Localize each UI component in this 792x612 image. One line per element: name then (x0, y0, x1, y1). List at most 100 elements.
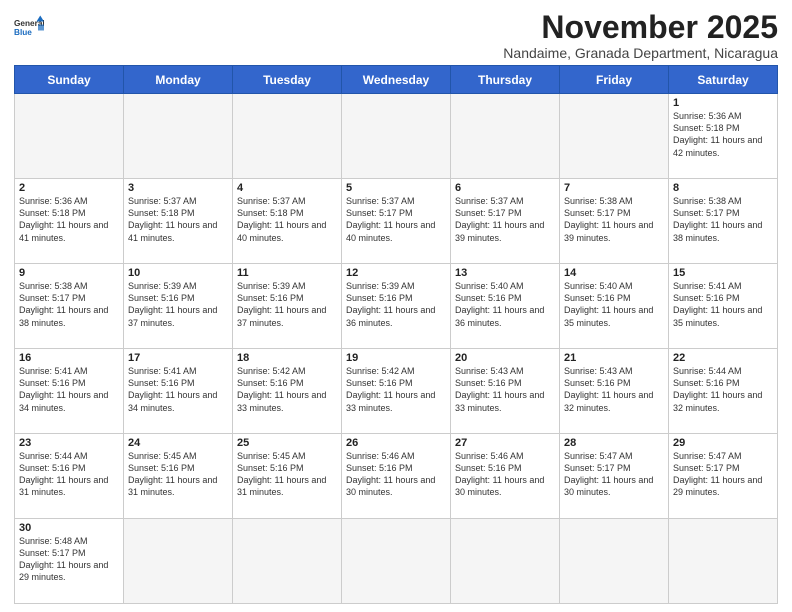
calendar-cell (451, 519, 560, 604)
calendar-cell (669, 519, 778, 604)
calendar-week-row: 1Sunrise: 5:36 AM Sunset: 5:18 PM Daylig… (15, 94, 778, 179)
svg-text:Blue: Blue (14, 28, 32, 37)
calendar-cell: 1Sunrise: 5:36 AM Sunset: 5:18 PM Daylig… (669, 94, 778, 179)
calendar-cell (233, 94, 342, 179)
calendar-cell: 29Sunrise: 5:47 AM Sunset: 5:17 PM Dayli… (669, 434, 778, 519)
day-info: Sunrise: 5:37 AM Sunset: 5:17 PM Dayligh… (346, 195, 446, 244)
calendar-cell: 21Sunrise: 5:43 AM Sunset: 5:16 PM Dayli… (560, 349, 669, 434)
calendar-cell: 9Sunrise: 5:38 AM Sunset: 5:17 PM Daylig… (15, 264, 124, 349)
day-number: 7 (564, 182, 664, 194)
day-number: 16 (19, 352, 119, 364)
day-number: 6 (455, 182, 555, 194)
day-info: Sunrise: 5:44 AM Sunset: 5:16 PM Dayligh… (19, 450, 119, 499)
day-info: Sunrise: 5:39 AM Sunset: 5:16 PM Dayligh… (237, 280, 337, 329)
day-info: Sunrise: 5:38 AM Sunset: 5:17 PM Dayligh… (564, 195, 664, 244)
calendar-week-row: 30Sunrise: 5:48 AM Sunset: 5:17 PM Dayli… (15, 519, 778, 604)
day-info: Sunrise: 5:37 AM Sunset: 5:17 PM Dayligh… (455, 195, 555, 244)
calendar-cell: 10Sunrise: 5:39 AM Sunset: 5:16 PM Dayli… (124, 264, 233, 349)
subtitle: Nandaime, Granada Department, Nicaragua (503, 45, 778, 61)
day-info: Sunrise: 5:36 AM Sunset: 5:18 PM Dayligh… (19, 195, 119, 244)
day-number: 8 (673, 182, 773, 194)
calendar-header-monday: Monday (124, 66, 233, 94)
day-info: Sunrise: 5:42 AM Sunset: 5:16 PM Dayligh… (346, 365, 446, 414)
day-info: Sunrise: 5:46 AM Sunset: 5:16 PM Dayligh… (455, 450, 555, 499)
day-info: Sunrise: 5:38 AM Sunset: 5:17 PM Dayligh… (673, 195, 773, 244)
calendar-header-saturday: Saturday (669, 66, 778, 94)
day-number: 24 (128, 437, 228, 449)
day-number: 29 (673, 437, 773, 449)
day-info: Sunrise: 5:46 AM Sunset: 5:16 PM Dayligh… (346, 450, 446, 499)
calendar-cell: 17Sunrise: 5:41 AM Sunset: 5:16 PM Dayli… (124, 349, 233, 434)
day-info: Sunrise: 5:48 AM Sunset: 5:17 PM Dayligh… (19, 535, 119, 584)
calendar-cell (451, 94, 560, 179)
day-info: Sunrise: 5:37 AM Sunset: 5:18 PM Dayligh… (237, 195, 337, 244)
day-info: Sunrise: 5:41 AM Sunset: 5:16 PM Dayligh… (128, 365, 228, 414)
calendar-cell (560, 519, 669, 604)
day-number: 25 (237, 437, 337, 449)
day-info: Sunrise: 5:47 AM Sunset: 5:17 PM Dayligh… (564, 450, 664, 499)
day-number: 30 (19, 522, 119, 534)
day-info: Sunrise: 5:45 AM Sunset: 5:16 PM Dayligh… (237, 450, 337, 499)
day-info: Sunrise: 5:42 AM Sunset: 5:16 PM Dayligh… (237, 365, 337, 414)
day-info: Sunrise: 5:45 AM Sunset: 5:16 PM Dayligh… (128, 450, 228, 499)
calendar-cell (124, 94, 233, 179)
calendar-cell: 22Sunrise: 5:44 AM Sunset: 5:16 PM Dayli… (669, 349, 778, 434)
calendar-cell: 26Sunrise: 5:46 AM Sunset: 5:16 PM Dayli… (342, 434, 451, 519)
calendar-cell: 12Sunrise: 5:39 AM Sunset: 5:16 PM Dayli… (342, 264, 451, 349)
calendar-cell (15, 94, 124, 179)
calendar-week-row: 9Sunrise: 5:38 AM Sunset: 5:17 PM Daylig… (15, 264, 778, 349)
day-number: 5 (346, 182, 446, 194)
page: General Blue November 2025 Nandaime, Gra… (0, 0, 792, 612)
calendar-cell: 8Sunrise: 5:38 AM Sunset: 5:17 PM Daylig… (669, 179, 778, 264)
calendar-cell: 11Sunrise: 5:39 AM Sunset: 5:16 PM Dayli… (233, 264, 342, 349)
calendar-cell: 23Sunrise: 5:44 AM Sunset: 5:16 PM Dayli… (15, 434, 124, 519)
calendar-header-row: SundayMondayTuesdayWednesdayThursdayFrid… (15, 66, 778, 94)
logo-area: General Blue (14, 14, 44, 44)
calendar-cell: 5Sunrise: 5:37 AM Sunset: 5:17 PM Daylig… (342, 179, 451, 264)
calendar-week-row: 16Sunrise: 5:41 AM Sunset: 5:16 PM Dayli… (15, 349, 778, 434)
calendar-header-wednesday: Wednesday (342, 66, 451, 94)
calendar-cell: 19Sunrise: 5:42 AM Sunset: 5:16 PM Dayli… (342, 349, 451, 434)
calendar-header-sunday: Sunday (15, 66, 124, 94)
day-number: 28 (564, 437, 664, 449)
calendar-cell (233, 519, 342, 604)
calendar-cell: 2Sunrise: 5:36 AM Sunset: 5:18 PM Daylig… (15, 179, 124, 264)
day-info: Sunrise: 5:44 AM Sunset: 5:16 PM Dayligh… (673, 365, 773, 414)
calendar-cell: 30Sunrise: 5:48 AM Sunset: 5:17 PM Dayli… (15, 519, 124, 604)
day-info: Sunrise: 5:43 AM Sunset: 5:16 PM Dayligh… (455, 365, 555, 414)
day-number: 2 (19, 182, 119, 194)
day-number: 22 (673, 352, 773, 364)
day-number: 4 (237, 182, 337, 194)
calendar-cell (342, 94, 451, 179)
day-number: 9 (19, 267, 119, 279)
day-number: 11 (237, 267, 337, 279)
day-number: 3 (128, 182, 228, 194)
day-info: Sunrise: 5:43 AM Sunset: 5:16 PM Dayligh… (564, 365, 664, 414)
calendar-cell: 27Sunrise: 5:46 AM Sunset: 5:16 PM Dayli… (451, 434, 560, 519)
day-number: 10 (128, 267, 228, 279)
calendar-cell: 6Sunrise: 5:37 AM Sunset: 5:17 PM Daylig… (451, 179, 560, 264)
day-number: 27 (455, 437, 555, 449)
calendar-header-friday: Friday (560, 66, 669, 94)
day-number: 15 (673, 267, 773, 279)
day-number: 21 (564, 352, 664, 364)
calendar-cell: 3Sunrise: 5:37 AM Sunset: 5:18 PM Daylig… (124, 179, 233, 264)
header: General Blue November 2025 Nandaime, Gra… (14, 10, 778, 61)
day-number: 26 (346, 437, 446, 449)
day-info: Sunrise: 5:41 AM Sunset: 5:16 PM Dayligh… (19, 365, 119, 414)
day-info: Sunrise: 5:47 AM Sunset: 5:17 PM Dayligh… (673, 450, 773, 499)
general-blue-logo: General Blue (14, 14, 44, 44)
calendar-cell: 7Sunrise: 5:38 AM Sunset: 5:17 PM Daylig… (560, 179, 669, 264)
calendar-cell: 14Sunrise: 5:40 AM Sunset: 5:16 PM Dayli… (560, 264, 669, 349)
calendar-week-row: 23Sunrise: 5:44 AM Sunset: 5:16 PM Dayli… (15, 434, 778, 519)
month-title: November 2025 (503, 10, 778, 45)
calendar-week-row: 2Sunrise: 5:36 AM Sunset: 5:18 PM Daylig… (15, 179, 778, 264)
day-info: Sunrise: 5:39 AM Sunset: 5:16 PM Dayligh… (128, 280, 228, 329)
day-number: 14 (564, 267, 664, 279)
day-info: Sunrise: 5:38 AM Sunset: 5:17 PM Dayligh… (19, 280, 119, 329)
day-number: 20 (455, 352, 555, 364)
calendar-cell (560, 94, 669, 179)
calendar-cell: 13Sunrise: 5:40 AM Sunset: 5:16 PM Dayli… (451, 264, 560, 349)
day-number: 17 (128, 352, 228, 364)
day-info: Sunrise: 5:39 AM Sunset: 5:16 PM Dayligh… (346, 280, 446, 329)
